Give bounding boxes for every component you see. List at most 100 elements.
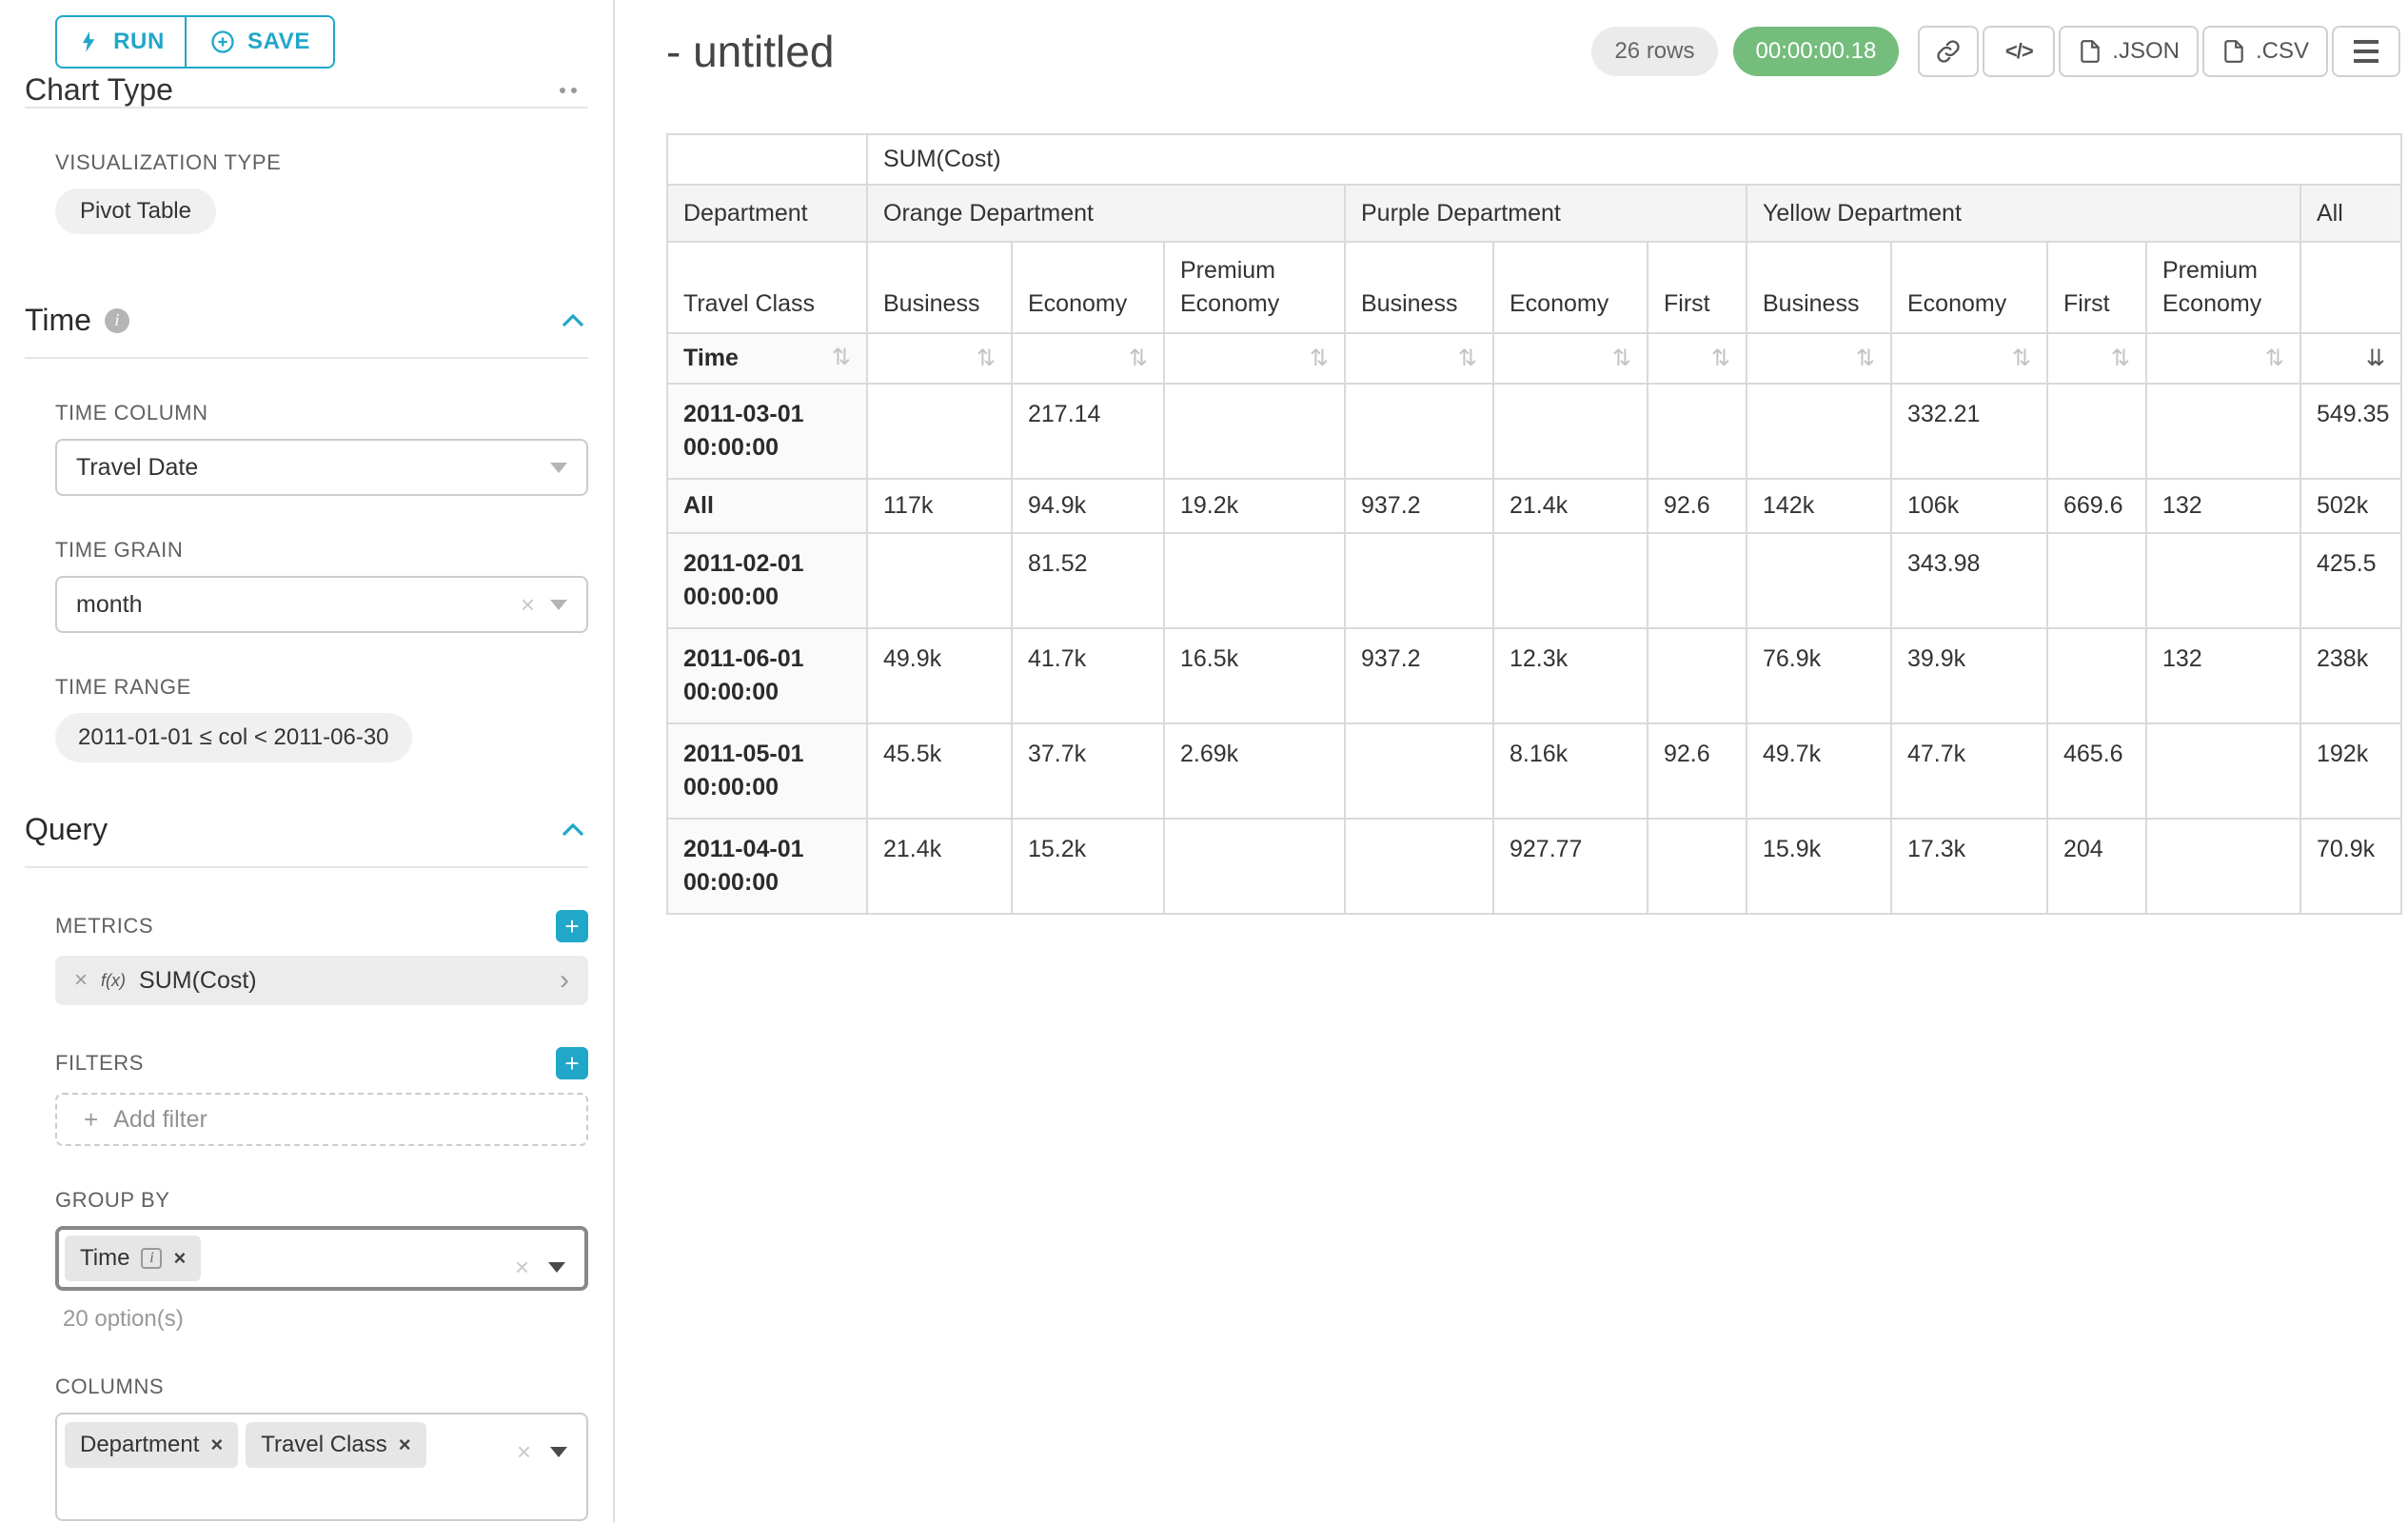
sort-desc-active-icon[interactable]: ⇊	[2366, 345, 2385, 371]
value-cell: 49.9k	[867, 628, 1012, 723]
time-grain-select[interactable]: month ×	[55, 576, 588, 633]
sort-icon[interactable]: ⇅	[1711, 345, 1730, 371]
sort-cell: ⇅	[2047, 333, 2146, 384]
row-header-cell: 2011-02-01 00:00:00	[667, 533, 867, 628]
menu-button[interactable]	[2332, 26, 2400, 77]
viz-type-pill[interactable]: Pivot Table	[55, 188, 216, 234]
row-count-badge: 26 rows	[1591, 27, 1717, 76]
sort-icon[interactable]: ⇅	[2012, 345, 2031, 371]
value-cell: 12.3k	[1493, 628, 1648, 723]
time-grain-value: month	[76, 591, 142, 619]
sub-header-label-cell: Travel Class	[667, 242, 867, 333]
time-grain-label: TIME GRAIN	[55, 538, 588, 563]
embed-code-button[interactable]: </>	[1983, 26, 2055, 77]
col-group-header: All	[2300, 185, 2401, 242]
add-metric-button[interactable]: +	[556, 910, 588, 942]
value-cell: 92.6	[1648, 723, 1747, 819]
sort-icon[interactable]: ⇅	[2111, 345, 2130, 371]
value-cell	[1648, 628, 1747, 723]
clear-select-icon[interactable]: ×	[517, 1439, 531, 1464]
divider	[25, 107, 588, 109]
sort-icon[interactable]: ⇅	[1310, 345, 1329, 371]
value-cell	[2146, 723, 2300, 819]
value-cell	[1164, 384, 1345, 479]
value-cell: 94.9k	[1012, 479, 1164, 533]
group-by-select[interactable]: Time i × ×	[55, 1226, 588, 1291]
sort-cell: ⇅	[1648, 333, 1747, 384]
value-cell: 465.6	[2047, 723, 2146, 819]
sort-icon[interactable]: ⇅	[1129, 345, 1148, 371]
add-filter-label: Add filter	[113, 1106, 207, 1134]
metrics-label: METRICS	[55, 914, 153, 939]
clear-icon[interactable]: ×	[521, 592, 535, 617]
export-csv-button[interactable]: .CSV	[2202, 26, 2328, 77]
chevron-up-icon[interactable]	[562, 822, 584, 838]
clear-select-icon[interactable]: ×	[515, 1255, 529, 1279]
col-group-header: Purple Department	[1345, 185, 1747, 242]
corner-cell	[667, 134, 867, 185]
value-cell	[2047, 628, 2146, 723]
row-header-cell: 2011-06-01 00:00:00	[667, 628, 867, 723]
chart-type-section-header[interactable]: Chart Type	[25, 72, 588, 107]
value-cell: 343.98	[1891, 533, 2047, 628]
value-cell	[1747, 384, 1891, 479]
code-icon: </>	[2005, 39, 2033, 64]
sort-icon[interactable]: ⇅	[1458, 345, 1477, 371]
chevron-down-icon	[550, 463, 567, 473]
pill-remove-icon[interactable]: ×	[173, 1248, 186, 1269]
sort-icon[interactable]: ⇅	[977, 345, 996, 371]
value-cell	[867, 533, 1012, 628]
sub-header-cell	[2300, 242, 2401, 333]
columns-pill-department[interactable]: Department ×	[65, 1422, 238, 1468]
add-filter-button[interactable]: + Add filter	[55, 1093, 588, 1146]
value-cell: 39.9k	[1891, 628, 2047, 723]
group-by-pill-time[interactable]: Time i ×	[65, 1236, 201, 1281]
columns-select[interactable]: Department × Travel Class × ×	[55, 1413, 588, 1521]
explore-page: RUN SAVE Chart Type VISUALIZATION TYPE P…	[0, 0, 2408, 1523]
value-cell	[1345, 384, 1493, 479]
metric-label: SUM(Cost)	[139, 967, 257, 995]
value-cell	[1345, 533, 1493, 628]
pill-remove-icon[interactable]: ×	[210, 1434, 223, 1455]
value-cell: 2.69k	[1164, 723, 1345, 819]
query-section-header[interactable]: Query	[25, 812, 588, 868]
value-cell	[1493, 384, 1648, 479]
collapse-icon-clipped	[560, 88, 577, 93]
export-csv-label: .CSV	[2256, 38, 2309, 65]
value-cell: 425.5	[2300, 533, 2401, 628]
query-section-title: Query	[25, 812, 108, 847]
metric-pill[interactable]: × f(x) SUM(Cost) ›	[55, 956, 588, 1005]
file-icon	[2221, 39, 2246, 64]
pill-remove-icon[interactable]: ×	[399, 1434, 411, 1455]
time-range-pill[interactable]: 2011-01-01 ≤ col < 2011-06-30	[55, 713, 412, 762]
export-json-button[interactable]: .JSON	[2059, 26, 2199, 77]
columns-pill-travel-class[interactable]: Travel Class ×	[246, 1422, 425, 1468]
pill-label: Time	[80, 1245, 129, 1272]
save-button[interactable]: SAVE	[187, 15, 335, 69]
sort-icon[interactable]: ⇅	[1612, 345, 1631, 371]
run-save-button-group: RUN SAVE	[55, 15, 588, 69]
row-header-cell: 2011-05-01 00:00:00	[667, 723, 867, 819]
sort-icon[interactable]: ⇅	[1856, 345, 1875, 371]
time-range-label: TIME RANGE	[55, 675, 588, 700]
add-filter-plus-button[interactable]: +	[556, 1047, 588, 1079]
value-cell: 49.7k	[1747, 723, 1891, 819]
time-section-header[interactable]: Time i	[25, 303, 588, 359]
run-button[interactable]: RUN	[55, 15, 187, 69]
remove-metric-icon[interactable]: ×	[74, 967, 88, 994]
row-header-cell: All	[667, 479, 867, 533]
sort-cell: ⇅	[2146, 333, 2300, 384]
row-header-cell: 2011-04-01 00:00:00	[667, 819, 867, 914]
value-cell: 937.2	[1345, 628, 1493, 723]
link-icon	[1935, 38, 1962, 65]
sort-icon[interactable]: ⇅	[832, 342, 851, 374]
value-cell	[1747, 533, 1891, 628]
filters-label: FILTERS	[55, 1051, 144, 1076]
share-link-button[interactable]	[1918, 26, 1979, 77]
info-icon: i	[105, 308, 129, 333]
chevron-up-icon[interactable]	[562, 313, 584, 328]
time-column-select[interactable]: Travel Date	[55, 439, 588, 496]
sort-icon[interactable]: ⇅	[2265, 345, 2284, 371]
value-cell: 15.9k	[1747, 819, 1891, 914]
value-cell: 21.4k	[867, 819, 1012, 914]
